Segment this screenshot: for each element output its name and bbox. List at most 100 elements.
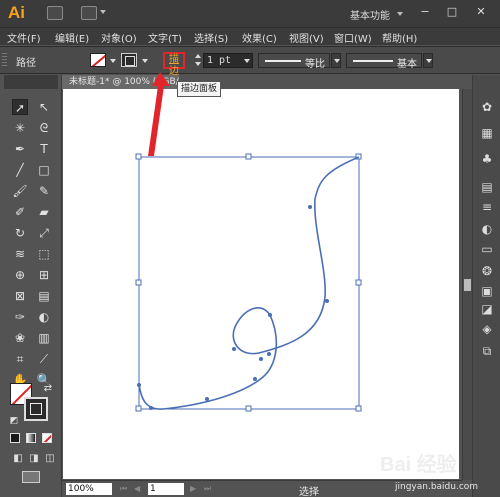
handle-bottom-left[interactable] <box>135 405 142 412</box>
canvas-area[interactable] <box>62 89 462 480</box>
close-button[interactable]: ✕ <box>472 4 490 20</box>
blend-tool-icon[interactable]: ◐ <box>36 309 52 325</box>
bridge-button[interactable] <box>47 6 63 20</box>
first-artboard-icon[interactable]: ⏮ <box>120 484 127 494</box>
symbol-sprayer-tool-icon[interactable]: ❀ <box>12 330 28 346</box>
menu-window[interactable]: 窗口(W) <box>334 30 372 45</box>
free-transform-tool-icon[interactable]: ⬚ <box>36 246 52 262</box>
status-tool-label[interactable]: 选择 <box>299 483 319 497</box>
color-mode-button[interactable] <box>10 433 20 443</box>
minimize-button[interactable]: − <box>416 4 434 20</box>
column-graph-tool-icon[interactable]: ▥ <box>36 330 52 346</box>
stroke-swatch[interactable] <box>121 53 137 67</box>
scale-tool-icon[interactable]: ⤢ <box>36 225 52 241</box>
menu-object[interactable]: 对象(O) <box>101 30 137 45</box>
handle-top-left[interactable] <box>135 153 142 160</box>
color-icon[interactable]: ✿ <box>479 99 495 115</box>
tools-panel-header[interactable] <box>4 75 58 89</box>
anchor-point[interactable] <box>259 357 263 361</box>
mesh-tool-icon[interactable]: ⊠ <box>12 288 28 304</box>
lasso-tool-icon[interactable]: ᘓ <box>36 120 52 136</box>
anchor-point[interactable] <box>268 313 272 317</box>
brushes-icon[interactable]: ▤ <box>479 179 495 195</box>
paintbrush-tool-icon[interactable]: 🖌 <box>12 183 28 199</box>
direct-selection-tool-icon[interactable]: ↖ <box>36 99 52 115</box>
default-fill-stroke-icon[interactable]: ◩ <box>6 413 22 429</box>
brush-dropdown-button[interactable] <box>423 53 433 68</box>
fill-dropdown-caret[interactable] <box>110 59 116 63</box>
artboards-icon[interactable]: ⧉ <box>479 343 495 359</box>
anchor-point[interactable] <box>308 205 312 209</box>
artboard[interactable] <box>63 89 459 479</box>
graphic-styles-icon[interactable]: ◪ <box>479 301 495 317</box>
menu-type[interactable]: 文字(T) <box>148 30 182 45</box>
gradient-icon[interactable]: ▭ <box>479 241 495 257</box>
stroke-icon[interactable]: ◐ <box>479 221 495 237</box>
profile-dropdown-button[interactable] <box>331 53 341 68</box>
panel-grip-icon[interactable] <box>2 53 7 67</box>
stroke-weight-stepper[interactable] <box>194 53 202 68</box>
menu-edit[interactable]: 编辑(E) <box>55 30 89 45</box>
menu-view[interactable]: 视图(V) <box>289 30 324 45</box>
shape-builder-tool-icon[interactable]: ⊕ <box>12 267 28 283</box>
none-mode-button[interactable] <box>42 433 52 443</box>
anchor-point[interactable] <box>267 352 271 356</box>
blob-brush-tool-icon[interactable]: ✐ <box>12 204 28 220</box>
next-artboard-icon[interactable]: ▶ <box>190 484 196 493</box>
color-guide-icon[interactable]: ▦ <box>479 125 495 141</box>
vertical-scroll-thumb[interactable] <box>464 279 471 291</box>
gradient-tool-icon[interactable]: ▤ <box>36 288 52 304</box>
pen-tool-icon[interactable]: ✒ <box>12 141 28 157</box>
rectangle-tool-icon[interactable]: □ <box>36 162 52 178</box>
anchor-point[interactable] <box>149 406 153 410</box>
screen-mode-icon[interactable] <box>22 471 40 483</box>
eyedropper-tool-icon[interactable]: ✑ <box>12 309 28 325</box>
slice-tool-icon[interactable]: ⟋ <box>36 351 52 367</box>
maximize-button[interactable]: □ <box>443 4 461 20</box>
perspective-grid-tool-icon[interactable]: ⊞ <box>36 267 52 283</box>
last-artboard-icon[interactable]: ⏭ <box>204 484 211 494</box>
draw-behind-icon[interactable]: ◨ <box>26 451 42 467</box>
appearance-icon[interactable]: ▣ <box>479 283 495 299</box>
draw-inside-icon[interactable]: ◫ <box>42 451 58 467</box>
selected-path[interactable] <box>138 156 360 410</box>
anchor-point[interactable] <box>232 347 236 351</box>
transparency-icon[interactable]: ❂ <box>479 263 495 279</box>
artboard-number-field[interactable]: 1 <box>148 483 184 495</box>
handle-bottom-right[interactable] <box>355 405 362 412</box>
eraser-tool-icon[interactable]: ▰ <box>36 204 52 220</box>
layers-icon[interactable]: ◈ <box>479 321 495 337</box>
anchor-point[interactable] <box>137 383 141 387</box>
anchor-point[interactable] <box>253 377 257 381</box>
anchor-point[interactable] <box>205 397 209 401</box>
menu-help[interactable]: 帮助(H) <box>382 30 417 45</box>
swatches-icon[interactable]: ♣ <box>479 151 495 167</box>
width-tool-icon[interactable]: ≋ <box>12 246 28 262</box>
handle-middle-left[interactable] <box>135 279 142 286</box>
stroke-dropdown-caret[interactable] <box>142 59 148 63</box>
handle-middle-right[interactable] <box>355 279 362 286</box>
brush-definition[interactable]: 基本 <box>346 53 422 70</box>
draw-normal-icon[interactable]: ◧ <box>10 451 26 467</box>
selection-tool-icon[interactable]: ➚ <box>12 99 28 115</box>
symbols-icon[interactable]: ≡ <box>479 199 495 215</box>
arrange-dropdown-caret[interactable] <box>100 10 106 14</box>
workspace-caret-icon[interactable] <box>397 12 403 16</box>
fill-swatch[interactable] <box>90 53 106 67</box>
handle-bottom-middle[interactable] <box>245 405 252 412</box>
menu-select[interactable]: 选择(S) <box>194 30 228 45</box>
workspace-switcher[interactable]: 基本功能 <box>350 7 390 22</box>
menu-effect[interactable]: 效果(C) <box>242 30 277 45</box>
stroke-weight-caret[interactable] <box>244 59 250 63</box>
pencil-tool-icon[interactable]: ✎ <box>36 183 52 199</box>
swap-fill-stroke-icon[interactable]: ⇄ <box>40 381 56 397</box>
rotate-tool-icon[interactable]: ↻ <box>12 225 28 241</box>
stroke-panel-link[interactable]: 描边 <box>163 52 185 77</box>
type-tool-icon[interactable]: T <box>36 141 52 157</box>
gradient-mode-button[interactable] <box>26 433 36 443</box>
handle-top-middle[interactable] <box>245 153 252 160</box>
artboard-tool-icon[interactable]: ⌗ <box>12 351 28 367</box>
arrange-documents-button[interactable] <box>81 6 97 20</box>
line-tool-icon[interactable]: ╱ <box>12 162 28 178</box>
magic-wand-tool-icon[interactable]: ✳ <box>12 120 28 136</box>
